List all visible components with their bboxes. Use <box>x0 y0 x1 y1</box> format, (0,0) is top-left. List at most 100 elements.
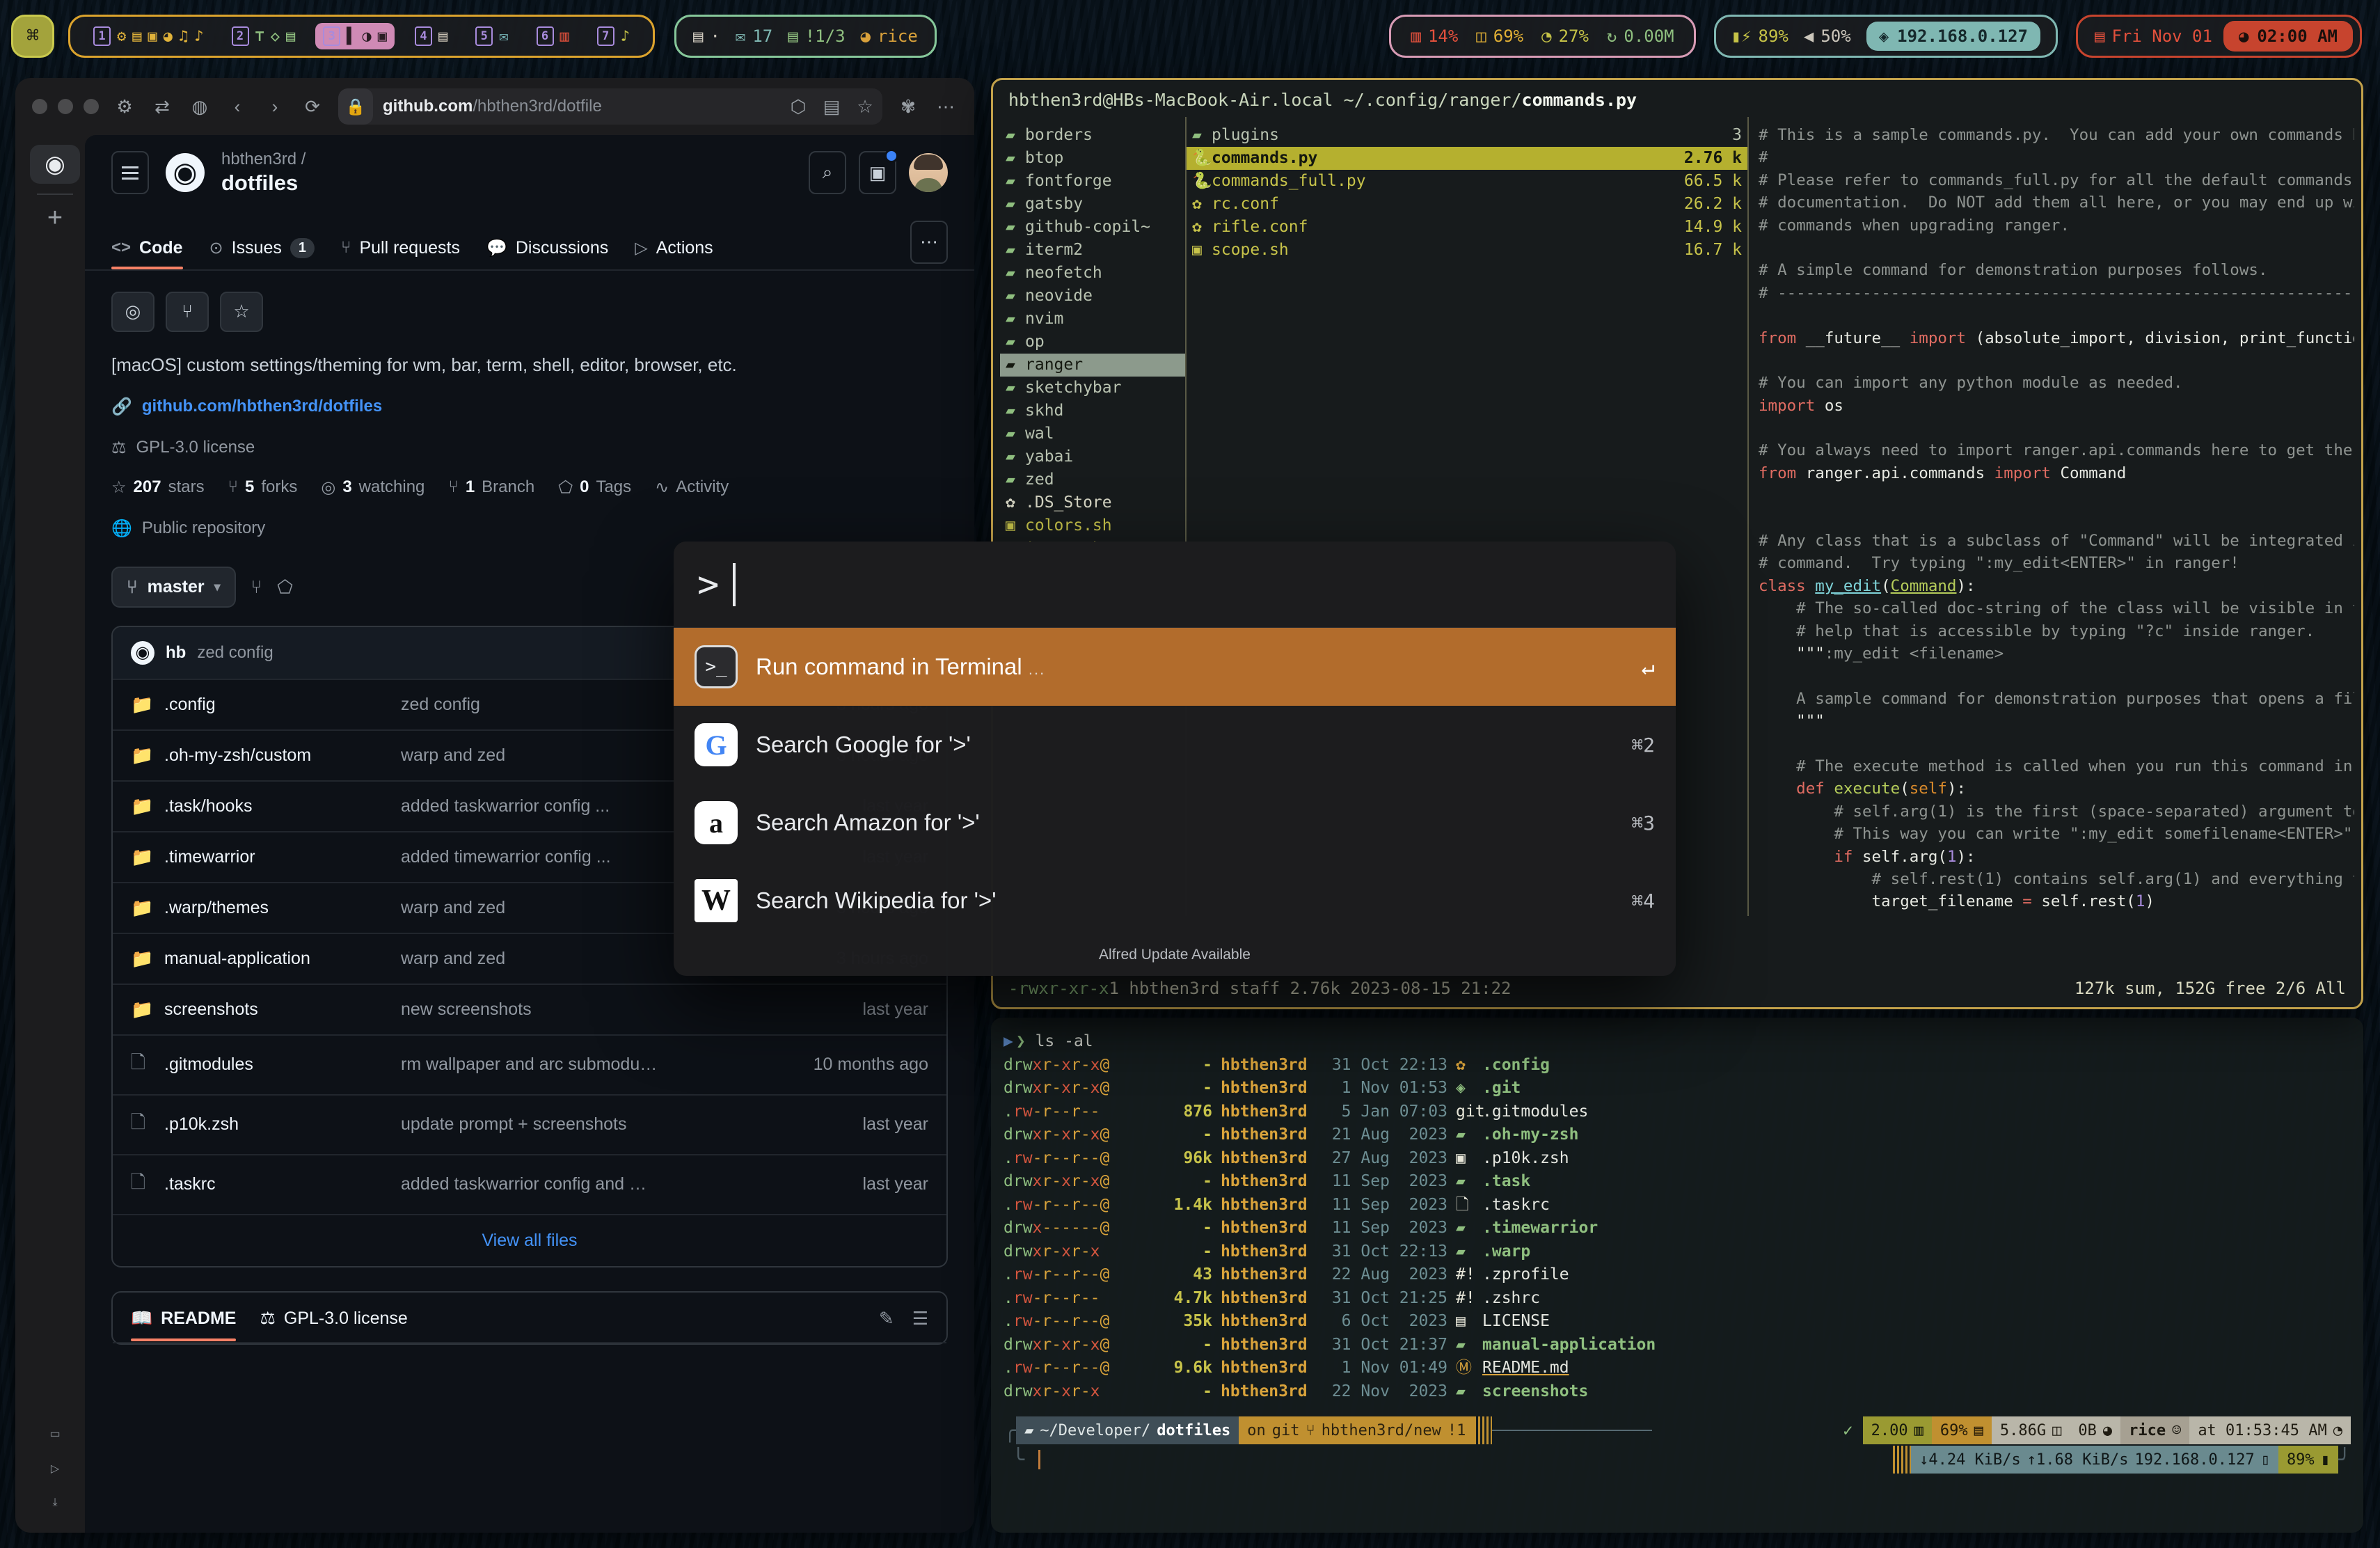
list-item[interactable]: ▰ zed <box>1000 468 1185 491</box>
downloads-icon[interactable]: ⤓ <box>52 1496 57 1509</box>
sync-icon[interactable]: ⇄ <box>150 95 174 118</box>
list-item[interactable]: ▰ github-copil~ <box>1000 216 1185 239</box>
tab-license[interactable]: ⚖ GPL-3.0 license <box>260 1308 407 1341</box>
inbox-icon[interactable]: ▣ <box>859 149 898 195</box>
list-item[interactable]: ✿ rifle.conf 14.9 k <box>1187 216 1747 239</box>
list-item[interactable]: ▰ yabai <box>1000 445 1185 468</box>
minimize-window-button[interactable] <box>58 99 73 114</box>
file-name[interactable]: .warp/themes <box>164 898 401 918</box>
chevron-left-icon[interactable]: ‹ <box>225 95 249 118</box>
stat-activity[interactable]: ∿ Activity <box>655 477 729 498</box>
repo-name[interactable]: dotfiles <box>221 170 306 197</box>
chevron-right-icon[interactable]: › <box>263 95 287 118</box>
tab-pull-requests[interactable]: ⑂ Pull requests <box>341 238 460 269</box>
fork-icon[interactable]: ⑂ <box>166 291 209 332</box>
stat-branches[interactable]: ⑂ 1 Branch <box>448 477 534 497</box>
file-name[interactable]: .oh-my-zsh/custom <box>164 745 401 766</box>
shield-icon[interactable]: ⬡ <box>786 95 810 118</box>
arc-logo-icon[interactable]: ◍ <box>188 95 212 118</box>
split-view-icon[interactable]: ▭ <box>49 1427 60 1441</box>
list-item[interactable]: ▰ fontforge <box>1000 170 1185 193</box>
avatar[interactable] <box>909 153 948 193</box>
list-item[interactable]: ▰ nvim <box>1000 308 1185 331</box>
alfred-result-wikipedia[interactable]: W Search Wikipedia for '>' ⌘4 <box>674 862 1676 940</box>
avatar[interactable]: ◉ <box>131 640 154 665</box>
list-item[interactable]: ▰ skhd <box>1000 400 1185 422</box>
tab-code[interactable]: <> Code <box>111 238 183 269</box>
window-controls[interactable] <box>32 99 99 114</box>
list-icon[interactable]: ☰ <box>912 1308 928 1329</box>
tab-issues[interactable]: ⊙ Issues 1 <box>209 237 315 269</box>
file-commit-message[interactable]: rm wallpaper and arc submodu… <box>401 1055 814 1075</box>
stat-watching[interactable]: ◎ 3 watching <box>321 477 425 498</box>
table-row[interactable]: 🗋 .taskrc added taskwarrior config and … la… <box>113 1153 946 1214</box>
file-name[interactable]: .timewarrior <box>164 847 401 867</box>
tags-icon[interactable]: ⬠ <box>277 576 293 598</box>
cpu-widget[interactable]: ▥ 14% <box>1411 26 1458 46</box>
star-icon[interactable]: ☆ <box>220 291 263 332</box>
task-widget[interactable]: ▤ !1/3 <box>788 26 845 46</box>
alfred-search-input[interactable]: > <box>674 542 1676 628</box>
space-2[interactable]: 2 ⊤ ◇ ▤ <box>224 23 303 49</box>
list-item[interactable]: ✿ .DS_Store <box>1000 491 1185 514</box>
mail-widget[interactable]: ✉ 17 <box>736 26 772 46</box>
network-throughput-widget[interactable]: ↻ 0.00M <box>1607 26 1674 46</box>
space-1[interactable]: 1 ⚙ ▤ ▣ ◕ ♫ ♪ <box>86 23 212 49</box>
github-favicon-icon[interactable]: ◉ <box>30 145 80 184</box>
repo-website-link[interactable]: github.com/hbthen3rd/dotfiles <box>142 397 382 416</box>
alfred-result-google[interactable]: G Search Google for '>' ⌘2 <box>674 706 1676 784</box>
space-5[interactable]: 5 ✉ <box>468 23 516 49</box>
stat-tags[interactable]: ⬠ 0 Tags <box>558 477 631 498</box>
timer-widget[interactable]: ◕ rice <box>861 26 918 46</box>
alfred-result-amazon[interactable]: a Search Amazon for '>' ⌘3 <box>674 784 1676 862</box>
wifi-widget[interactable]: ◈ 192.168.0.127 <box>1866 22 2040 51</box>
file-name[interactable]: .p10k.zsh <box>164 1114 401 1135</box>
gauge-widget[interactable]: ◔ 27% <box>1541 26 1589 46</box>
list-item[interactable]: ▰ neofetch <box>1000 262 1185 285</box>
table-row[interactable]: 📁 screenshots new screenshots last year <box>113 983 946 1034</box>
tab-readme[interactable]: 📖 README <box>131 1309 237 1341</box>
list-item[interactable]: ▰ neovide <box>1000 285 1185 308</box>
table-row[interactable]: 🗋 .gitmodules rm wallpaper and arc submodu… <box>113 1034 946 1094</box>
more-icon[interactable]: ⋯ <box>910 220 948 264</box>
list-item[interactable]: ▰ wal <box>1000 422 1185 445</box>
table-row[interactable]: 🗋 .p10k.zsh update prompt + screenshots las… <box>113 1093 946 1154</box>
disk-widget[interactable]: ◫ 69% <box>1476 26 1523 46</box>
reader-icon[interactable]: ▤ <box>820 95 843 118</box>
file-name[interactable]: screenshots <box>164 1000 401 1020</box>
commit-message[interactable]: zed config <box>197 643 273 663</box>
volume-widget[interactable]: ◀ 50% <box>1804 26 1851 46</box>
lock-icon[interactable]: 🔒 <box>338 88 373 125</box>
notes-widget[interactable]: ▤ · <box>693 26 720 46</box>
file-commit-message[interactable]: added taskwarrior config and … <box>401 1174 863 1194</box>
close-window-button[interactable] <box>32 99 47 114</box>
file-name[interactable]: .task/hooks <box>164 796 401 816</box>
file-name[interactable]: .gitmodules <box>164 1055 401 1075</box>
space-7[interactable]: 7 ♪ <box>589 23 637 49</box>
tab-discussions[interactable]: 💬 Discussions <box>486 238 608 269</box>
hamburger-icon[interactable] <box>111 151 149 195</box>
list-item[interactable]: ▰ sketchybar <box>1000 377 1185 400</box>
repo-owner[interactable]: hbthen3rd / <box>221 149 306 170</box>
file-name[interactable]: .taskrc <box>164 1174 401 1194</box>
stat-forks[interactable]: ⑂ 5 forks <box>228 477 298 497</box>
command-icon[interactable]: ⌘ <box>11 15 54 58</box>
file-commit-message[interactable]: new screenshots <box>401 1000 863 1020</box>
gear-icon[interactable]: ⚙ <box>113 95 136 118</box>
space-3[interactable]: 3 ▌ ◑ ▣ <box>315 23 395 49</box>
list-item[interactable]: ▣ scope.sh 16.7 k <box>1187 239 1747 262</box>
search-icon[interactable]: ⌕ <box>809 151 846 195</box>
list-item[interactable]: ✿ rc.conf 26.2 k <box>1187 193 1747 216</box>
file-name[interactable]: .config <box>164 695 401 715</box>
address-bar[interactable]: 🔒 github.com/hbthen3rd/dotfile ⬡ ▤ ☆ <box>338 88 882 125</box>
list-item[interactable]: ▰ plugins 3 <box>1187 124 1747 147</box>
list-item-selected[interactable]: 🐍 commands.py 2.76 k <box>1187 147 1747 170</box>
new-tab-button[interactable]: + <box>47 205 63 231</box>
time-widget[interactable]: ◕ 02:00 AM <box>2223 21 2353 52</box>
alfred-result-run-command[interactable]: >_ Run command in Terminal ... ↵ <box>674 628 1676 706</box>
list-item-selected[interactable]: ▰ ranger <box>1000 354 1185 377</box>
branches-icon[interactable]: ⑂ <box>251 576 262 598</box>
archive-icon[interactable]: ▷ <box>51 1462 59 1476</box>
github-logo-icon[interactable]: ◉ <box>166 153 205 193</box>
repo-license-label[interactable]: GPL-3.0 license <box>136 438 255 457</box>
